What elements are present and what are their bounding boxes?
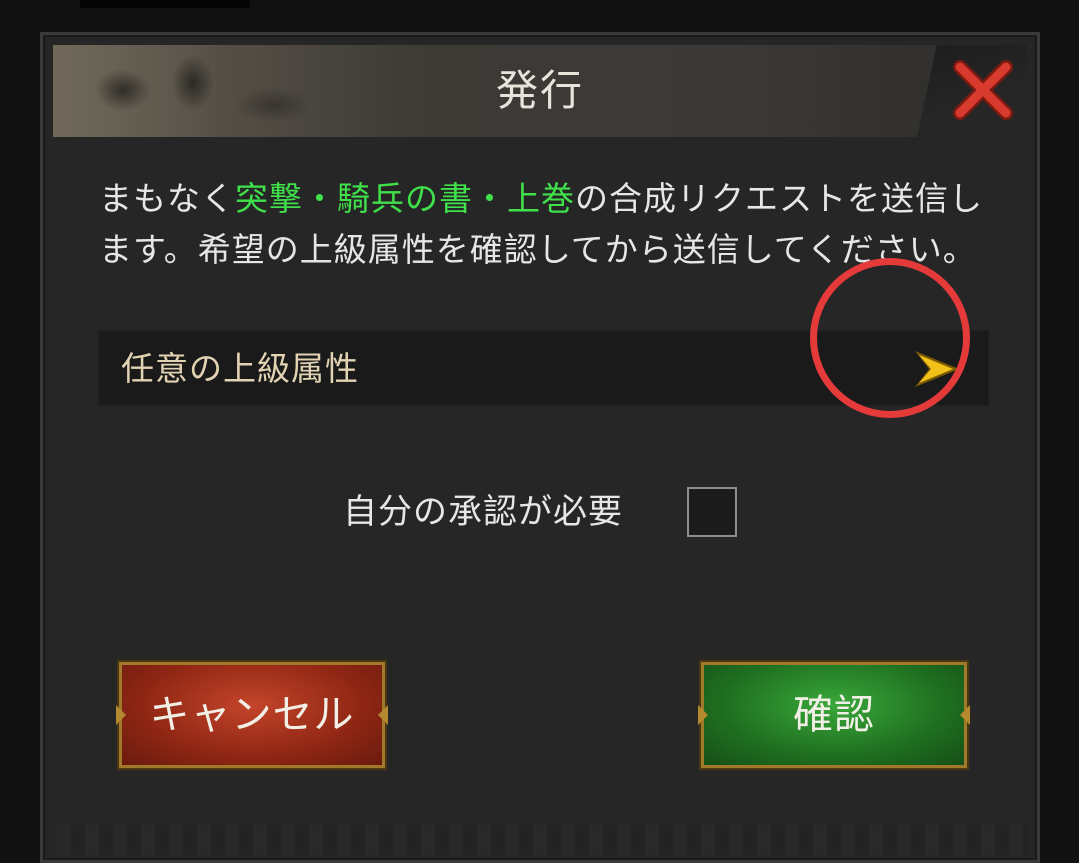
backdrop-strip	[80, 0, 250, 8]
confirm-button[interactable]: 確認	[698, 660, 970, 770]
attribute-label: 任意の上級属性	[121, 349, 359, 388]
issue-dialog: 発行 まもなく突撃・騎兵の書・上巻の合成リクエストを送信します。希望の上級属性を…	[40, 32, 1040, 863]
notch-left	[698, 705, 708, 725]
notch-left	[116, 705, 126, 725]
notch-right	[378, 705, 388, 725]
notch-right	[960, 705, 970, 725]
footer-decoration	[57, 825, 1027, 855]
message-prefix: まもなく	[99, 179, 235, 218]
close-icon	[953, 60, 1013, 120]
annotation-circle	[810, 258, 970, 418]
item-name: 突撃・騎兵の書・上巻	[235, 179, 575, 218]
require-approval-checkbox[interactable]	[687, 487, 737, 537]
require-approval-label: 自分の承認が必要	[343, 492, 623, 532]
request-message: まもなく突撃・騎兵の書・上巻の合成リクエストを送信します。希望の上級属性を確認し…	[99, 173, 999, 275]
dialog-title: 発行	[495, 66, 584, 115]
dialog-header: 発行	[53, 45, 1027, 137]
cancel-label: キャンセル	[149, 692, 355, 738]
cancel-button[interactable]: キャンセル	[116, 660, 388, 770]
confirm-label: 確認	[793, 692, 875, 738]
